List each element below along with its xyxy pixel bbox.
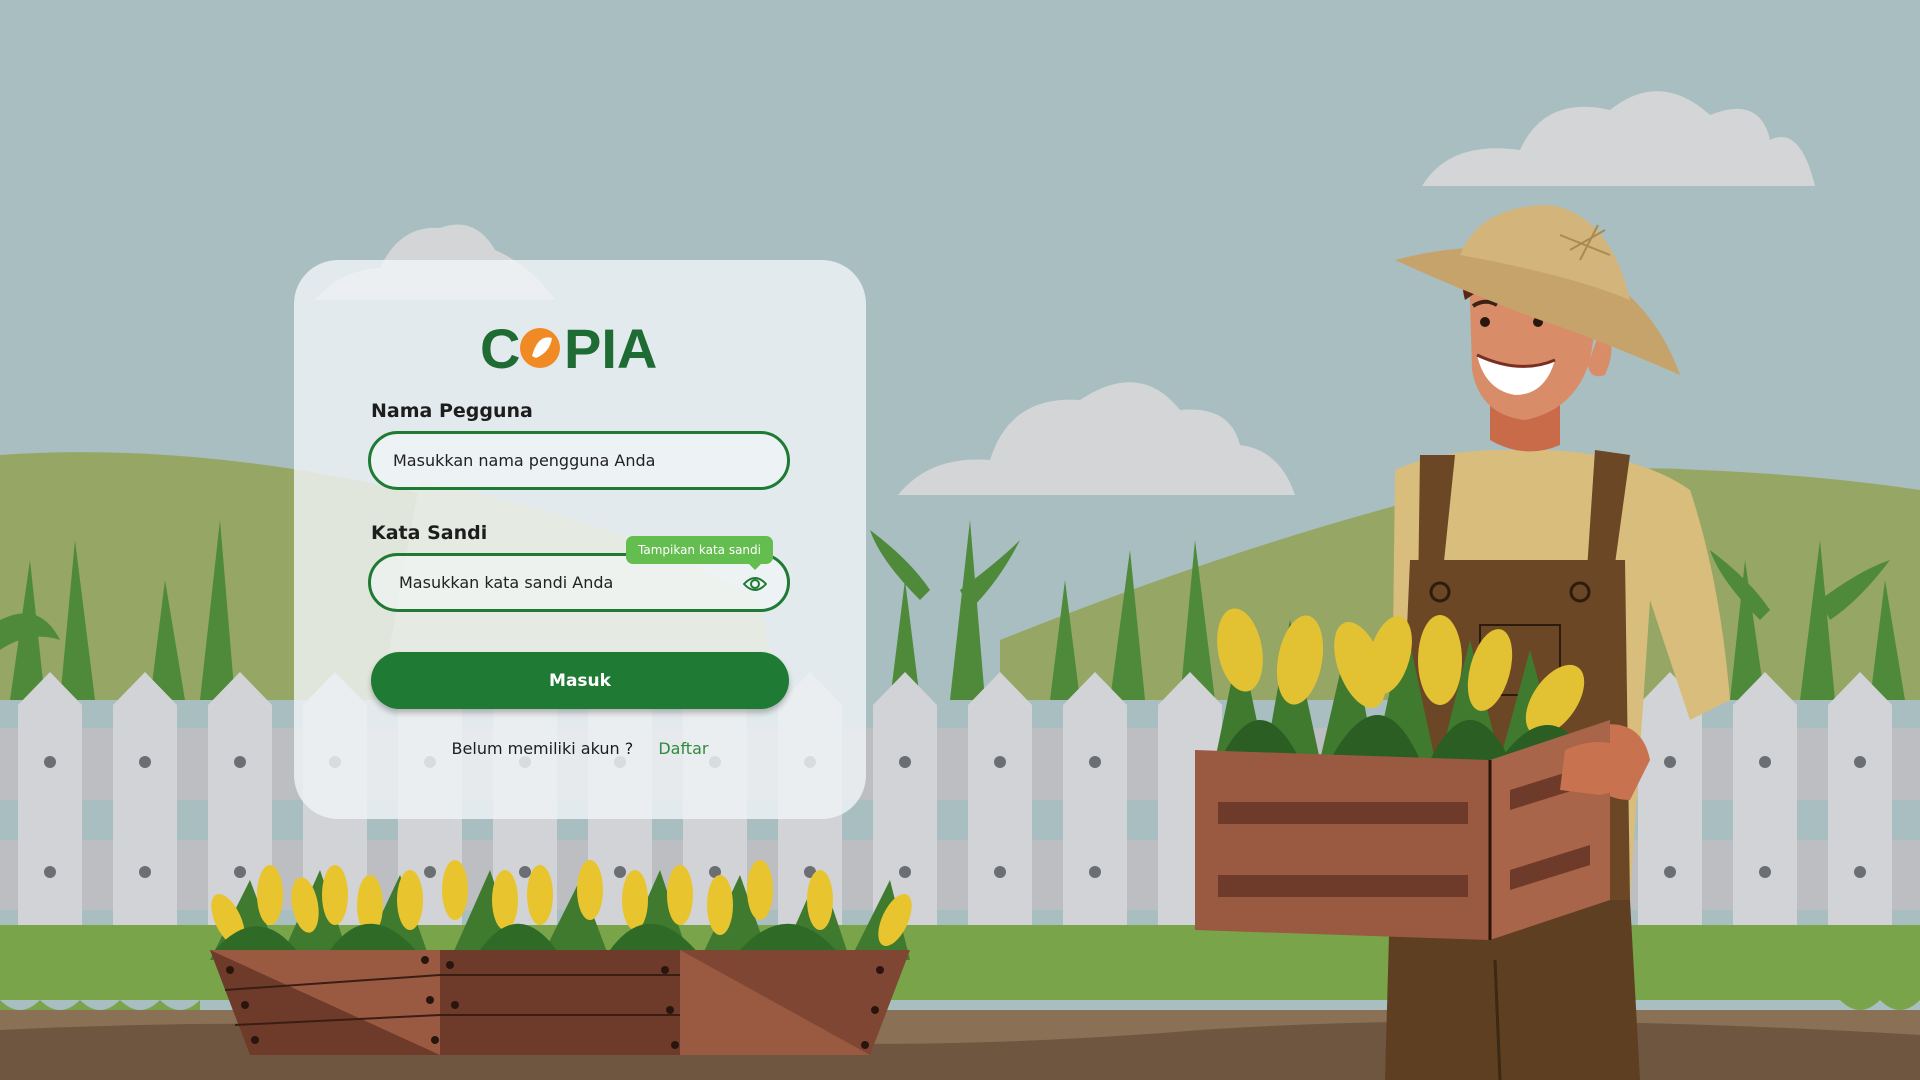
show-password-tooltip: Tampikan kata sandi	[626, 536, 773, 570]
svg-text:PIA: PIA	[564, 317, 657, 380]
username-label: Nama Pegguna	[371, 400, 533, 422]
signup-row: Belum memiliki akun ? Daftar	[294, 739, 866, 758]
eye-icon	[743, 577, 767, 591]
background-illustration	[0, 0, 1920, 1080]
copia-logo: C PIA	[294, 312, 866, 382]
svg-text:C: C	[480, 317, 520, 380]
show-password-button[interactable]	[741, 570, 769, 598]
login-card: C PIA Nama Pegguna Kata Sandi Masuk Belu…	[294, 260, 866, 819]
username-input[interactable]	[371, 451, 787, 470]
password-label: Kata Sandi	[371, 522, 488, 544]
password-input[interactable]	[371, 573, 759, 592]
username-field[interactable]	[368, 431, 790, 490]
signup-link[interactable]: Daftar	[658, 739, 708, 758]
signup-prompt: Belum memiliki akun ?	[451, 739, 634, 758]
login-button[interactable]: Masuk	[371, 652, 789, 709]
